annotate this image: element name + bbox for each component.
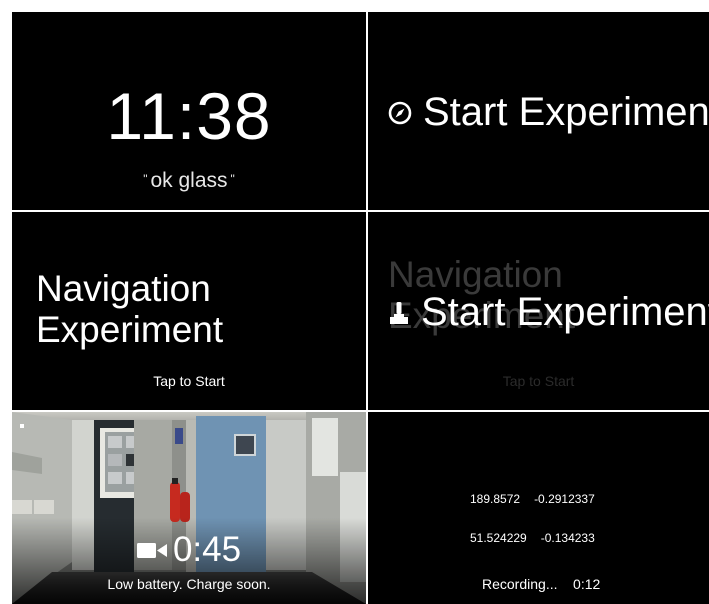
readout-value: -0.134233: [540, 531, 595, 545]
joystick-icon: [390, 301, 408, 324]
readout-row-2: 51.524229 -0.134233: [470, 532, 595, 545]
readout-value: 189.8572: [470, 492, 521, 506]
video-recording-card[interactable]: 0:45 Low battery. Charge soon.: [12, 412, 366, 604]
navigation-experiment-card[interactable]: Navigation Experiment Tap to Start: [12, 212, 366, 410]
video-camera-icon: [136, 542, 167, 558]
compass-icon: [388, 101, 412, 124]
ok-glass-hotword: " ok glass ": [12, 169, 366, 193]
clock-time: 11:38: [106, 79, 272, 153]
recording-duration-row: 0:45: [12, 530, 366, 570]
readout-row-1: 189.8572 -0.2912337: [470, 493, 595, 506]
hotword-text: ok glass: [150, 169, 228, 192]
recording-elapsed-time: 0:12: [573, 576, 601, 592]
tap-to-start-hint: Tap to Start: [153, 373, 225, 389]
title-line-2: Experiment: [36, 309, 224, 350]
recording-status-label: Recording...: [482, 576, 558, 592]
start-experiment-menu-item[interactable]: Start Experiment: [388, 90, 709, 135]
recording-status: Recording... 0:12: [482, 576, 600, 592]
recording-status-card[interactable]: 189.8572 -0.2912337 51.524229 -0.134233 Re…: [368, 412, 709, 604]
card-title: Navigation Experiment: [36, 268, 223, 350]
title-line-1: Navigation: [36, 268, 211, 309]
ghost-tap-hint: Tap to Start: [502, 373, 575, 389]
low-battery-warning: Low battery. Charge soon.: [107, 576, 271, 592]
recording-duration: 0:45: [172, 530, 242, 569]
sensor-readout: 189.8572 -0.2912337 51.524229 -0.134233: [470, 467, 595, 571]
home-card[interactable]: 11:38 " ok glass ": [12, 12, 366, 210]
start-experiment-label: Start Experiment: [421, 290, 709, 334]
readout-value: 51.524229: [470, 531, 527, 545]
quote-open: ": [143, 172, 148, 186]
readout-value: -0.2912337: [534, 492, 595, 506]
start-experiment-card[interactable]: Start Experiment: [368, 12, 709, 210]
transition-card[interactable]: Navigation Experiment Tap to Start Start…: [368, 212, 709, 410]
ghost-title-line-1: Navigation: [388, 254, 563, 295]
start-experiment-label: Start Experiment: [423, 90, 709, 134]
start-experiment-menu-item[interactable]: Start Experiment: [388, 290, 709, 335]
quote-close: ": [230, 172, 235, 186]
